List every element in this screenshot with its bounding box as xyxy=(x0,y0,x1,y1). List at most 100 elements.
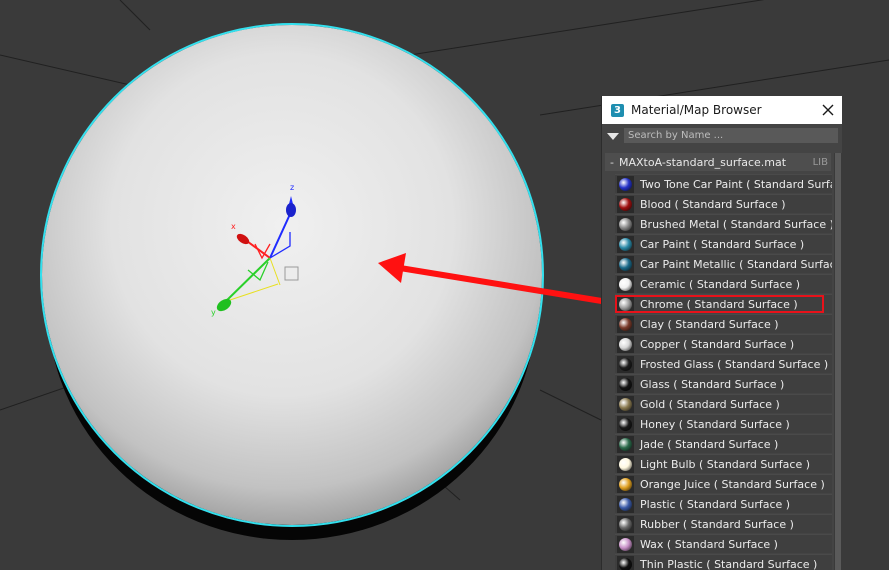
material-list-item[interactable]: Jade ( Standard Surface ) xyxy=(615,434,832,453)
close-button[interactable] xyxy=(814,96,842,124)
gizmo-z-label: z xyxy=(290,183,294,192)
material-list-item[interactable]: Blood ( Standard Surface ) xyxy=(615,194,832,213)
material-sphere-icon xyxy=(617,435,634,453)
material-swatch xyxy=(619,557,632,570)
material-list-item[interactable]: Orange Juice ( Standard Surface ) xyxy=(615,474,832,493)
material-sphere-icon xyxy=(617,235,634,253)
material-item-label: Plastic ( Standard Surface ) xyxy=(640,497,791,511)
material-item-label: Frosted Glass ( Standard Surface ) xyxy=(640,357,829,371)
library-name: MAXtoA-standard_surface.mat xyxy=(619,155,787,169)
material-sphere-icon xyxy=(617,395,634,413)
material-swatch xyxy=(619,357,632,371)
material-list-item[interactable]: Ceramic ( Standard Surface ) xyxy=(615,274,832,293)
material-sphere-icon xyxy=(617,555,634,570)
material-list-item[interactable]: Light Bulb ( Standard Surface ) xyxy=(615,454,832,473)
material-swatch xyxy=(619,197,632,211)
material-list-item[interactable]: Two Tone Car Paint ( Standard Surface ) xyxy=(615,174,832,193)
gizmo-x-label: x xyxy=(231,222,236,231)
library-collapse-toggle[interactable]: - xyxy=(605,156,619,169)
material-swatch xyxy=(619,337,632,351)
material-item-label: Clay ( Standard Surface ) xyxy=(640,317,779,331)
material-item-label: Car Paint Metallic ( Standard Surface ) xyxy=(640,257,832,271)
material-item-label: Rubber ( Standard Surface ) xyxy=(640,517,794,531)
scrollbar-thumb[interactable] xyxy=(835,153,841,570)
material-sphere-icon xyxy=(617,315,634,333)
material-sphere-icon xyxy=(617,335,634,353)
material-list-item[interactable]: Car Paint Metallic ( Standard Surface ) xyxy=(615,254,832,273)
material-sphere-icon xyxy=(617,355,634,373)
material-list-item[interactable]: Honey ( Standard Surface ) xyxy=(615,414,832,433)
material-sphere-icon xyxy=(617,535,634,553)
material-list-item[interactable]: Wax ( Standard Surface ) xyxy=(615,534,832,553)
material-swatch xyxy=(619,537,632,551)
material-item-label: Blood ( Standard Surface ) xyxy=(640,197,786,211)
library-header[interactable]: - MAXtoA-standard_surface.mat LIB xyxy=(605,153,831,171)
material-list-item[interactable]: Car Paint ( Standard Surface ) xyxy=(615,234,832,253)
material-swatch xyxy=(619,437,632,451)
material-list-item[interactable]: Gold ( Standard Surface ) xyxy=(615,394,832,413)
material-item-label: Brushed Metal ( Standard Surface ) xyxy=(640,217,832,231)
material-list-item[interactable]: Rubber ( Standard Surface ) xyxy=(615,514,832,533)
material-sphere-icon xyxy=(617,495,634,513)
material-sphere-icon xyxy=(617,455,634,473)
material-list-item[interactable]: Glass ( Standard Surface ) xyxy=(615,374,832,393)
material-map-browser-panel: 3 Material/Map Browser - MAXtoA-standard… xyxy=(601,96,842,570)
material-item-label: Light Bulb ( Standard Surface ) xyxy=(640,457,811,471)
material-swatch xyxy=(619,377,632,391)
material-sphere-icon xyxy=(617,215,634,233)
material-list-item[interactable]: Frosted Glass ( Standard Surface ) xyxy=(615,354,832,373)
material-sphere-icon xyxy=(617,295,634,313)
material-item-label: Car Paint ( Standard Surface ) xyxy=(640,237,805,251)
material-sphere-icon xyxy=(617,415,634,433)
search-options-arrow-icon[interactable] xyxy=(607,133,619,140)
material-list-item[interactable]: Thin Plastic ( Standard Surface ) xyxy=(615,554,832,570)
gizmo-z-cone xyxy=(286,203,296,217)
material-swatch xyxy=(619,497,632,511)
material-swatch xyxy=(619,297,632,311)
material-item-label: Thin Plastic ( Standard Surface ) xyxy=(640,557,818,570)
sphere-object[interactable] xyxy=(42,25,542,525)
material-item-label: Gold ( Standard Surface ) xyxy=(640,397,780,411)
material-item-label: Orange Juice ( Standard Surface ) xyxy=(640,477,825,491)
search-row xyxy=(602,124,842,148)
title-bar[interactable]: 3 Material/Map Browser xyxy=(602,96,842,124)
material-sphere-icon xyxy=(617,175,634,193)
library-tag: LIB xyxy=(812,156,828,168)
material-swatch xyxy=(619,477,632,491)
material-swatch xyxy=(619,277,632,291)
material-item-label: Copper ( Standard Surface ) xyxy=(640,337,795,351)
material-item-label: Ceramic ( Standard Surface ) xyxy=(640,277,801,291)
material-sphere-icon xyxy=(617,195,634,213)
material-sphere-icon xyxy=(617,475,634,493)
material-item-label: Jade ( Standard Surface ) xyxy=(640,437,779,451)
material-swatch xyxy=(619,217,632,231)
material-item-label: Chrome ( Standard Surface ) xyxy=(640,297,798,311)
material-item-label: Honey ( Standard Surface ) xyxy=(640,417,790,431)
material-list-item[interactable]: Plastic ( Standard Surface ) xyxy=(615,494,832,513)
material-list-item[interactable]: Clay ( Standard Surface ) xyxy=(615,314,832,333)
material-sphere-icon xyxy=(617,255,634,273)
material-swatch xyxy=(619,517,632,531)
material-list-item[interactable]: Copper ( Standard Surface ) xyxy=(615,334,832,353)
material-list-item[interactable]: Chrome ( Standard Surface ) xyxy=(615,294,832,313)
search-input[interactable] xyxy=(624,128,838,143)
scrollbar[interactable] xyxy=(834,153,842,570)
material-swatch xyxy=(619,457,632,471)
material-list: Two Tone Car Paint ( Standard Surface ) B… xyxy=(615,174,832,570)
app-logo-icon: 3 xyxy=(611,103,624,117)
close-icon xyxy=(822,104,834,116)
material-item-label: Two Tone Car Paint ( Standard Surface ) xyxy=(640,177,832,191)
material-swatch xyxy=(619,237,632,251)
material-swatch xyxy=(619,397,632,411)
material-swatch xyxy=(619,177,632,191)
material-item-label: Glass ( Standard Surface ) xyxy=(640,377,785,391)
window-title: Material/Map Browser xyxy=(631,103,762,117)
material-swatch xyxy=(619,317,632,331)
material-sphere-icon xyxy=(617,375,634,393)
material-sphere-icon xyxy=(617,275,634,293)
material-sphere-icon xyxy=(617,515,634,533)
material-item-label: Wax ( Standard Surface ) xyxy=(640,537,778,551)
gizmo-y-label: y xyxy=(211,308,216,317)
material-list-item[interactable]: Brushed Metal ( Standard Surface ) xyxy=(615,214,832,233)
material-swatch xyxy=(619,257,632,271)
